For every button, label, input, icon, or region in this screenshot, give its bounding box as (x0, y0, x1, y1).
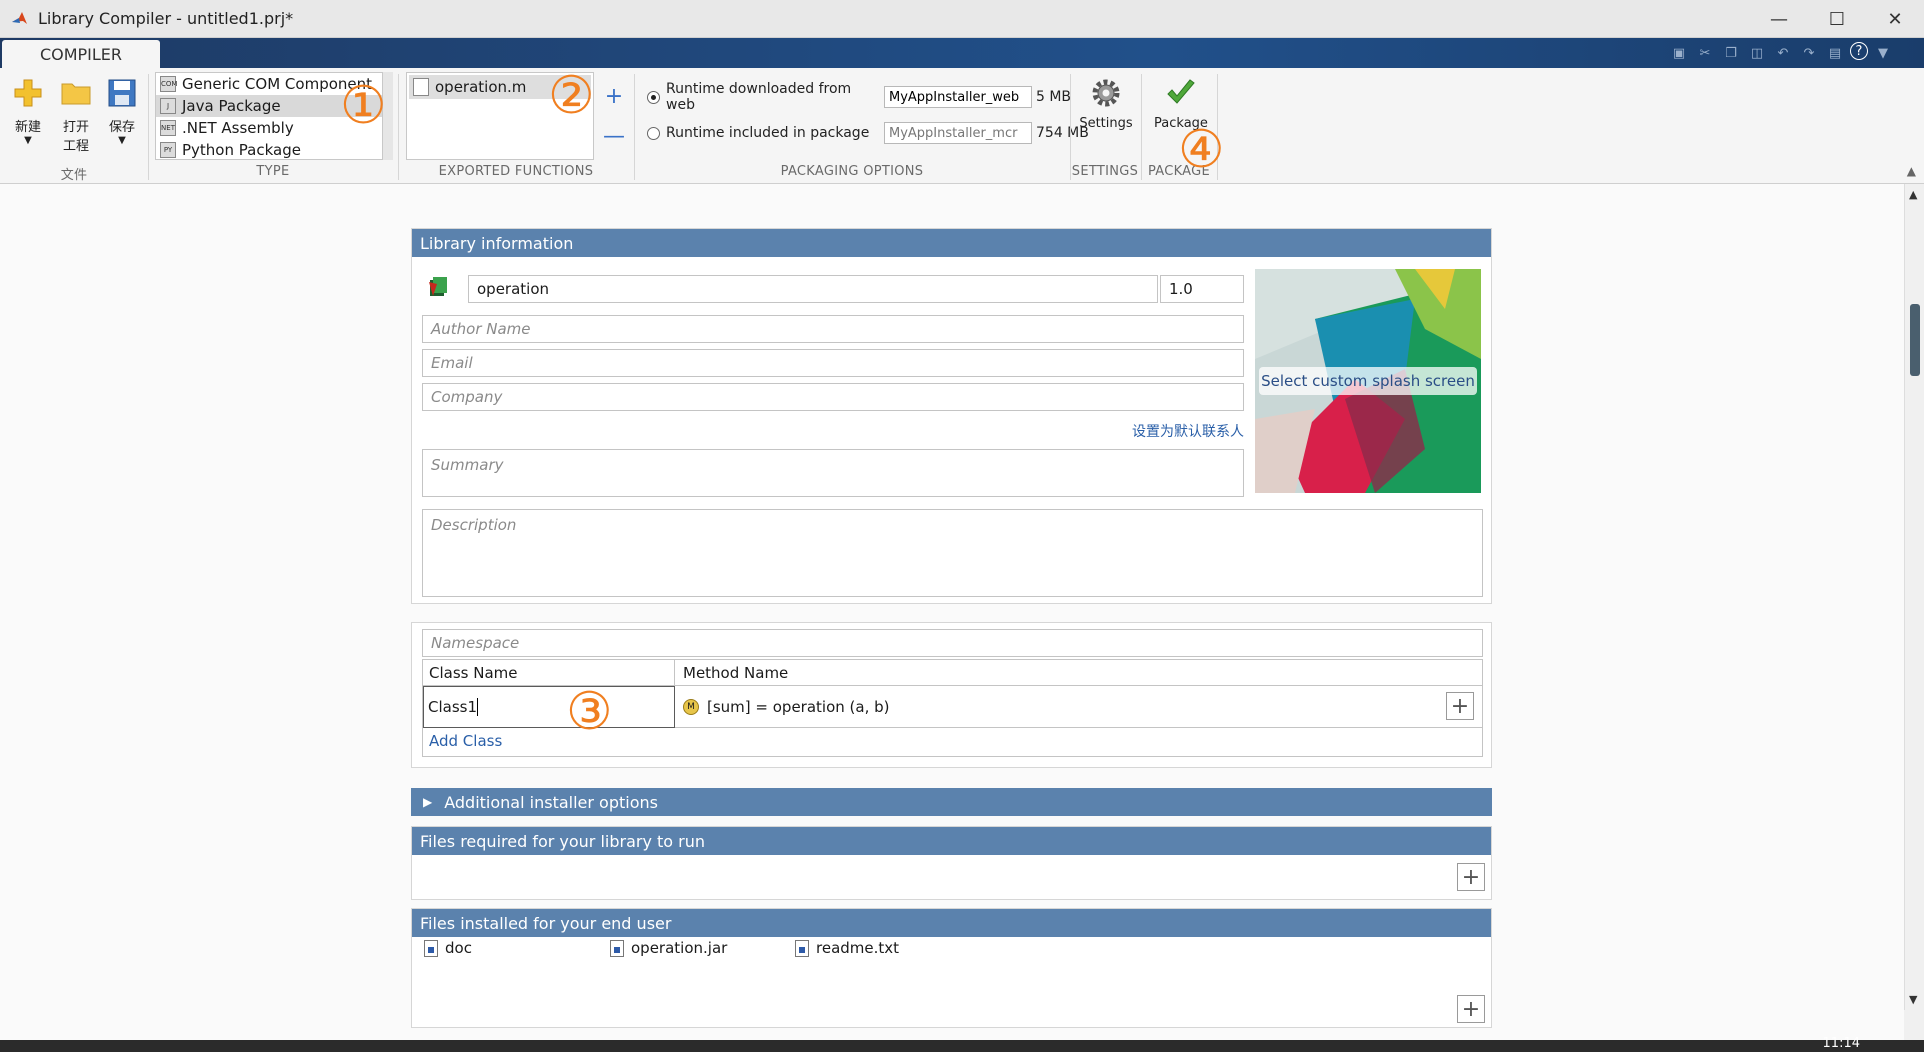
chevron-down-icon: ▼ (24, 135, 32, 146)
expand-arrow-icon: ▶ (423, 795, 433, 809)
library-information-section: Library information operation 1.0 Author… (411, 228, 1492, 604)
add-function-button[interactable]: + (602, 84, 626, 109)
settings-label: SETTINGS (1071, 164, 1139, 179)
settings-button[interactable]: Settings (1076, 76, 1136, 131)
library-name-field[interactable]: operation (468, 275, 1158, 303)
select-splash-screen-button[interactable]: Select custom splash screen (1259, 367, 1477, 395)
file-group-label: 文件 (60, 168, 88, 183)
ribbon: 新建 ▼ 打开 工程 保存 ▼ 文件 COM Generic COM Compon… (0, 68, 1924, 184)
method-name-header: Method Name (675, 660, 1482, 686)
set-default-contact-link[interactable]: 设置为默认联系人 (1012, 421, 1244, 441)
copy-icon[interactable]: ❐ (1720, 42, 1742, 64)
description-field[interactable]: Description (422, 509, 1483, 597)
annotation-3: ③ (566, 682, 613, 742)
scroll-up-icon[interactable]: ▲ (1909, 188, 1917, 201)
scroll-thumb[interactable] (1910, 304, 1920, 376)
checkmark-icon (1164, 76, 1198, 110)
type-item-python-package[interactable]: PY Python Package (156, 139, 382, 159)
python-icon: PY (160, 142, 176, 158)
method-icon: M (683, 698, 699, 715)
company-field[interactable]: Company (422, 383, 1244, 411)
additional-installer-header[interactable]: ▶ Additional installer options (411, 788, 1492, 816)
installed-file-jar[interactable]: operation.jar (610, 939, 727, 957)
library-icon[interactable] (422, 269, 456, 303)
save-button[interactable]: 保存 ▼ (102, 76, 142, 146)
scroll-down-icon[interactable]: ▼ (1909, 993, 1917, 1006)
undo-icon[interactable]: ↶ (1772, 42, 1794, 64)
files-installed-section: Files installed for your end user doc op… (411, 908, 1492, 1028)
quick-access-toolbar: ▣ ✂ ❐ ◫ ↶ ↷ ▤ ? ▼ (1668, 42, 1894, 64)
expand-icon[interactable]: ▼ (1872, 42, 1894, 64)
library-information-header: Library information (412, 229, 1491, 257)
java-icon: J (160, 98, 176, 114)
class-name-input[interactable]: Class1 (423, 686, 675, 728)
splash-screen-image[interactable]: Select custom splash screen (1255, 269, 1481, 493)
file-icon (424, 939, 438, 957)
annotation-4: ④ (1178, 120, 1225, 180)
redo-icon[interactable]: ↷ (1798, 42, 1820, 64)
help-icon[interactable]: ? (1850, 42, 1868, 60)
main-content: Library information operation 1.0 Author… (0, 184, 1904, 1040)
close-icon[interactable]: ✕ (1866, 0, 1924, 38)
plus-icon (11, 76, 45, 110)
taskbar: 11:14 (0, 1036, 1924, 1052)
version-field[interactable]: 1.0 (1160, 275, 1244, 303)
com-icon: COM (160, 76, 177, 92)
runtime-included-option[interactable]: Runtime included in package 754 MB (647, 120, 1089, 146)
floppy-disk-icon (105, 76, 139, 110)
runtime-web-option[interactable]: Runtime downloaded from web 5 MB (647, 81, 1071, 113)
web-installer-name-field[interactable] (884, 86, 1032, 108)
annotation-2: ② (548, 66, 595, 126)
text-cursor (477, 698, 479, 716)
method-row[interactable]: M [sum] = operation (a, b) (675, 686, 1482, 728)
add-class-link[interactable]: Add Class (429, 732, 502, 750)
namespace-field[interactable]: Namespace (422, 629, 1483, 657)
tab-compiler[interactable]: COMPILER (2, 40, 160, 68)
annotation-1: ① (340, 76, 387, 136)
installed-file-readme[interactable]: readme.txt (795, 939, 899, 957)
title-bar: Library Compiler - untitled1.prj* — ☐ ✕ (0, 0, 1924, 38)
mcr-installer-name-field[interactable] (884, 122, 1032, 144)
add-method-button[interactable]: + (1446, 692, 1474, 720)
taskbar-clock: 11:14 (1822, 1036, 1860, 1051)
packaging-options-label: PACKAGING OPTIONS (780, 164, 924, 179)
runtime-web-radio[interactable] (647, 90, 660, 104)
type-group-label: TYPE (256, 164, 290, 179)
gear-icon (1089, 76, 1123, 110)
runtime-included-radio[interactable] (647, 126, 660, 140)
chevron-down-icon: ▼ (118, 135, 126, 146)
save-icon[interactable]: ▣ (1668, 42, 1690, 64)
m-file-icon (413, 78, 429, 96)
matlab-icon (12, 11, 27, 24)
class-name-header: Class Name (423, 660, 675, 686)
file-icon (610, 939, 624, 957)
minimize-icon[interactable]: — (1750, 0, 1808, 38)
ribbon-tab-strip: COMPILER ▣ ✂ ❐ ◫ ↶ ↷ ▤ ? ▼ (0, 38, 1924, 68)
folder-icon (59, 76, 93, 110)
add-required-file-button[interactable]: + (1457, 863, 1485, 891)
installed-file-doc[interactable]: doc (424, 939, 472, 957)
paste-icon[interactable]: ◫ (1746, 42, 1768, 64)
files-required-header: Files required for your library to run (412, 827, 1491, 855)
remove-function-button[interactable]: — (602, 124, 626, 149)
files-required-section: Files required for your library to run + (411, 826, 1492, 900)
window-title: Library Compiler - untitled1.prj* (38, 9, 294, 28)
files-installed-header: Files installed for your end user (412, 909, 1491, 937)
summary-field[interactable]: Summary (422, 449, 1244, 497)
additional-installer-section[interactable]: ▶ Additional installer options (411, 788, 1492, 816)
cut-icon[interactable]: ✂ (1694, 42, 1716, 64)
new-button[interactable]: 新建 ▼ (8, 76, 48, 146)
content-scrollbar[interactable]: ▲ ▼ (1904, 184, 1924, 1010)
open-project-button[interactable]: 打开 工程 (56, 76, 96, 154)
maximize-icon[interactable]: ☐ (1808, 0, 1866, 38)
file-icon (795, 939, 809, 957)
author-name-field[interactable]: Author Name (422, 315, 1244, 343)
add-installed-file-button[interactable]: + (1457, 995, 1485, 1023)
switch-windows-icon[interactable]: ▤ (1824, 42, 1846, 64)
exported-functions-label: EXPORTED FUNCTIONS (438, 164, 594, 179)
email-field[interactable]: Email (422, 349, 1244, 377)
net-icon: NET (160, 120, 176, 136)
collapse-ribbon-icon[interactable]: ▲ (1907, 164, 1916, 178)
